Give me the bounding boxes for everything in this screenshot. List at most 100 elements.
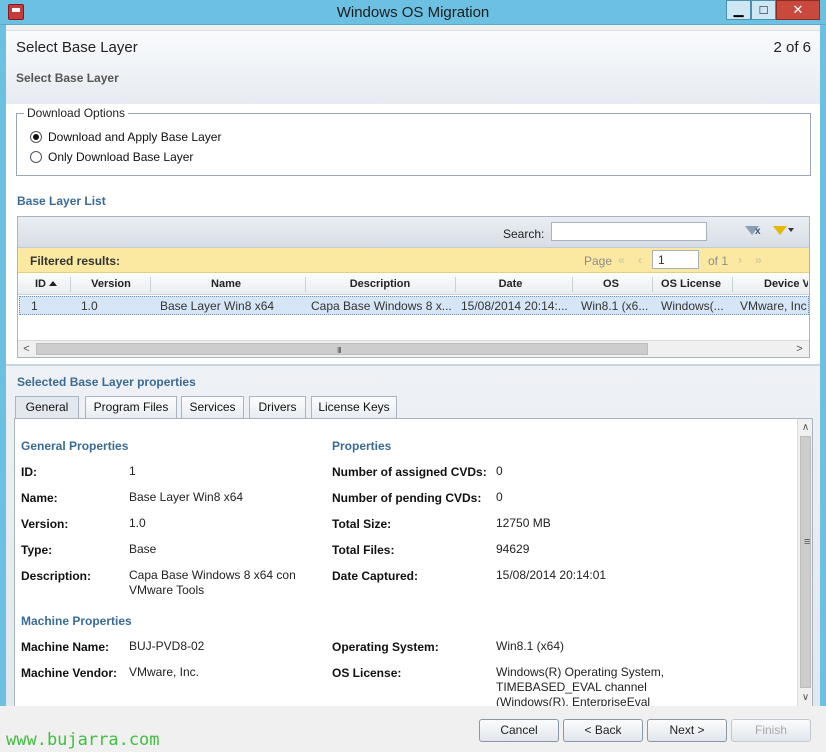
cancel-button[interactable]: Cancel bbox=[479, 719, 559, 742]
column-header-version[interactable]: Version bbox=[76, 278, 146, 290]
title-bar: Windows OS Migration ▁ □ ✕ bbox=[0, 0, 826, 25]
prop-value-pending-cvds: 0 bbox=[496, 490, 503, 504]
maximize-button[interactable]: □ bbox=[751, 0, 776, 20]
base-layer-grid: Search: Filtered results: Page « ‹ 1 of … bbox=[17, 216, 810, 358]
wizard-footer: www.bujarra.com Cancel < Back Next > Fin… bbox=[0, 706, 826, 752]
prop-key-name: Name: bbox=[21, 491, 58, 505]
prop-key-os-license: OS License: bbox=[332, 666, 402, 680]
vertical-scrollbar[interactable]: ∧ ≡ ∨ bbox=[797, 419, 812, 707]
page-label: Page bbox=[584, 254, 613, 268]
column-header-label: ID bbox=[35, 278, 46, 290]
prop-key-date-captured: Date Captured: bbox=[332, 569, 419, 583]
tab-general[interactable]: General bbox=[15, 396, 79, 419]
prop-key-machine-name: Machine Name: bbox=[21, 640, 110, 654]
tab-license-keys[interactable]: License Keys bbox=[311, 396, 397, 418]
column-separator bbox=[455, 277, 456, 292]
grid-toolbar: Search: bbox=[18, 217, 809, 248]
radio-label: Download and Apply Base Layer bbox=[48, 130, 222, 144]
radio-download-and-apply[interactable]: Download and Apply Base Layer bbox=[30, 129, 221, 145]
back-button[interactable]: < Back bbox=[563, 719, 643, 742]
horizontal-scrollbar[interactable]: < III > bbox=[18, 340, 809, 357]
cell-version: 1.0 bbox=[81, 299, 98, 313]
prop-value-description: Capa Base Windows 8 x64 con VMware Tools bbox=[129, 568, 296, 597]
base-layer-list-title: Base Layer List bbox=[17, 194, 106, 208]
prop-value-assigned-cvds: 0 bbox=[496, 464, 503, 478]
first-page-button[interactable]: « bbox=[618, 253, 625, 267]
content-area: Download Options Download and Apply Base… bbox=[6, 104, 820, 364]
column-separator bbox=[732, 277, 733, 292]
tab-program-files[interactable]: Program Files bbox=[85, 396, 177, 418]
column-separator bbox=[305, 277, 306, 292]
scroll-right-button[interactable]: > bbox=[791, 342, 808, 356]
clear-filter-icon[interactable] bbox=[745, 226, 761, 237]
filter-icon[interactable] bbox=[773, 226, 787, 235]
cell-os-license: Windows(... bbox=[661, 299, 724, 313]
last-page-button[interactable]: » bbox=[755, 253, 762, 267]
minimize-button[interactable]: ▁ bbox=[726, 0, 751, 20]
chevron-down-icon[interactable] bbox=[788, 228, 794, 232]
scroll-up-button[interactable]: ∧ bbox=[798, 420, 812, 435]
prop-value-type: Base bbox=[129, 542, 157, 556]
column-header-description[interactable]: Description bbox=[310, 278, 450, 290]
scroll-down-button[interactable]: ∨ bbox=[798, 690, 812, 705]
radio-label: Only Download Base Layer bbox=[48, 150, 194, 164]
column-header-os[interactable]: OS bbox=[576, 278, 646, 290]
page-subtitle: Select Base Layer bbox=[16, 71, 119, 85]
prop-value-total-files: 94629 bbox=[496, 542, 530, 556]
radio-only-download[interactable]: Only Download Base Layer bbox=[30, 149, 193, 165]
cell-date: 15/08/2014 20:14:... bbox=[461, 299, 568, 313]
page-title: Select Base Layer bbox=[16, 39, 138, 56]
window-border-right bbox=[820, 25, 826, 752]
finish-button[interactable]: Finish bbox=[731, 719, 811, 742]
prop-value-date-captured: 15/08/2014 20:14:01 bbox=[496, 568, 607, 582]
prop-value-name: Base Layer Win8 x64 bbox=[129, 490, 244, 504]
properties-section: Selected Base Layer properties General P… bbox=[6, 364, 820, 708]
scroll-thumb[interactable]: ≡ bbox=[800, 436, 811, 688]
scroll-thumb[interactable]: III bbox=[36, 343, 648, 355]
next-page-button[interactable]: › bbox=[738, 253, 742, 267]
properties-heading: Properties bbox=[332, 439, 392, 453]
radio-unselected-icon[interactable] bbox=[30, 151, 42, 163]
column-header-device-vendor[interactable]: Device V bbox=[738, 278, 808, 290]
prop-value-os-license: Windows(R) Operating System, TIMEBASED_E… bbox=[496, 665, 665, 708]
page-count-label: of 1 bbox=[708, 254, 729, 268]
prop-value-machine-name: BUJ-PVD8-02 bbox=[129, 639, 205, 653]
radio-selected-icon[interactable] bbox=[30, 131, 42, 143]
column-header-date[interactable]: Date bbox=[458, 278, 563, 290]
cell-description: Capa Base Windows 8 x... bbox=[311, 299, 452, 313]
column-header-name[interactable]: Name bbox=[156, 278, 296, 290]
prop-key-pending-cvds: Number of pending CVDs: bbox=[332, 491, 482, 505]
tab-drivers[interactable]: Drivers bbox=[249, 396, 306, 418]
search-input[interactable] bbox=[551, 222, 707, 241]
cell-os: Win8.1 (x6... bbox=[581, 299, 649, 313]
column-header-id[interactable]: ID bbox=[26, 278, 66, 290]
filter-bar: Filtered results: Page « ‹ 1 of 1 › » bbox=[18, 248, 809, 273]
page-number-input[interactable]: 1 bbox=[652, 250, 699, 269]
cell-id: 1 bbox=[31, 299, 38, 313]
step-indicator: 2 of 6 bbox=[773, 39, 811, 56]
cell-device-vendor: VMware, Inc bbox=[740, 299, 807, 313]
table-row[interactable]: 1 1.0 Base Layer Win8 x64 Capa Base Wind… bbox=[19, 296, 809, 315]
close-button[interactable]: ✕ bbox=[776, 0, 820, 20]
scroll-left-button[interactable]: < bbox=[18, 342, 35, 356]
search-label: Search: bbox=[503, 227, 545, 241]
prop-key-assigned-cvds: Number of assigned CVDs: bbox=[332, 465, 487, 479]
sort-ascending-icon bbox=[49, 281, 57, 286]
general-properties-panel: General Properties ID: 1 Name: Base Laye… bbox=[14, 418, 813, 708]
prop-value-version: 1.0 bbox=[129, 516, 146, 530]
tab-services[interactable]: Services bbox=[181, 396, 244, 418]
prop-value-id: 1 bbox=[129, 464, 136, 478]
general-properties-heading: General Properties bbox=[21, 439, 129, 453]
prop-value-total-size: 12750 MB bbox=[496, 516, 551, 530]
machine-properties-heading: Machine Properties bbox=[21, 614, 132, 628]
next-button[interactable]: Next > bbox=[647, 719, 727, 742]
watermark: www.bujarra.com bbox=[6, 730, 160, 750]
prop-key-machine-vendor: Machine Vendor: bbox=[21, 666, 118, 680]
prop-key-total-size: Total Size: bbox=[332, 517, 392, 531]
prop-key-description: Description: bbox=[21, 569, 92, 583]
prop-key-total-files: Total Files: bbox=[332, 543, 395, 557]
wizard-header: Select Base Layer 2 of 6 Select Base Lay… bbox=[6, 30, 820, 104]
column-header-os-license[interactable]: OS License bbox=[656, 278, 726, 290]
scroll-grip-icon: ≡ bbox=[804, 536, 811, 548]
prev-page-button[interactable]: ‹ bbox=[638, 253, 642, 267]
